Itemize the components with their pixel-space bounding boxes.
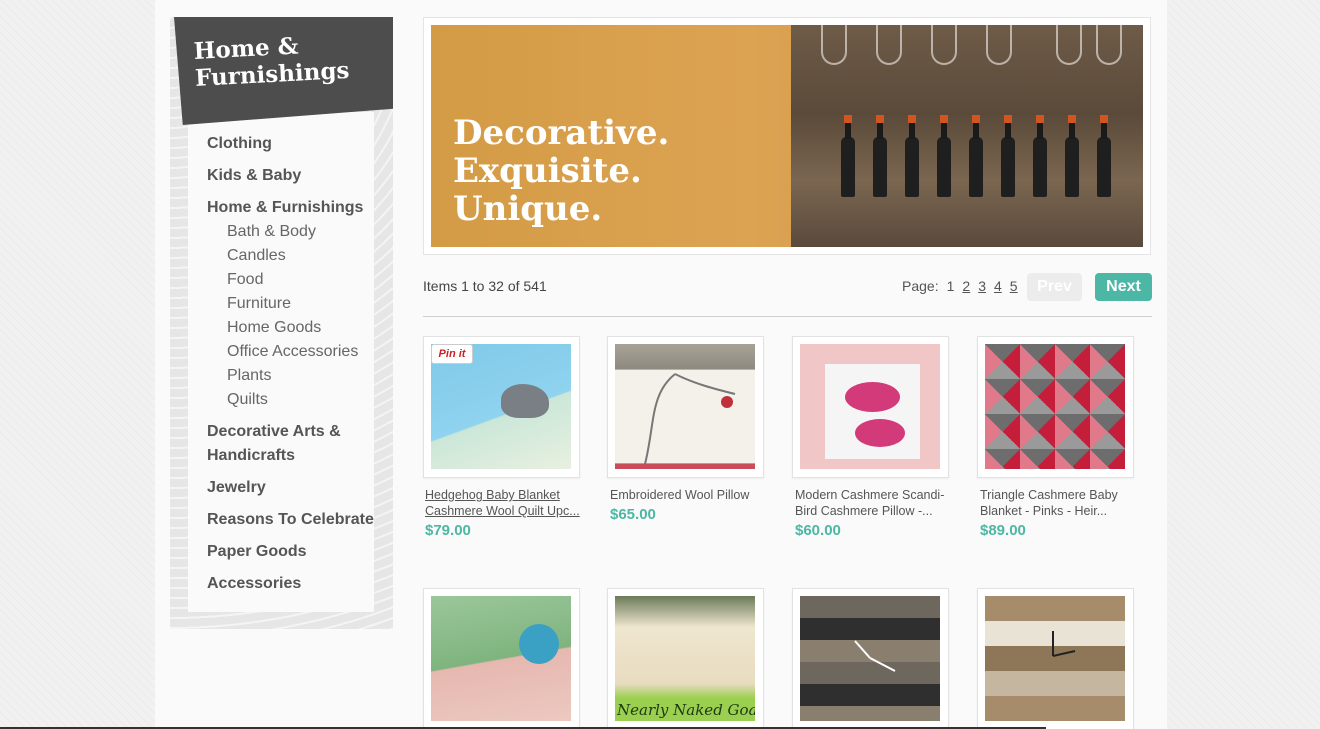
product-card[interactable]: Nearly Naked Goa xyxy=(607,588,764,729)
category-accessories[interactable]: Accessories xyxy=(207,572,377,596)
wine-glass xyxy=(1056,25,1082,65)
product-price: $79.00 xyxy=(425,522,471,539)
product-image-pallet-clock-light[interactable] xyxy=(985,596,1125,721)
subcategory-office-accessories[interactable]: Office Accessories xyxy=(207,340,377,364)
product-image-pallet-clock-dark[interactable] xyxy=(800,596,940,721)
wine-rack-image xyxy=(791,25,1143,247)
bird-shape xyxy=(845,382,900,412)
banner-headline: Decorative. Exquisite. Unique. xyxy=(453,114,669,228)
product-card[interactable] xyxy=(423,588,580,729)
product-card[interactable] xyxy=(792,336,949,478)
branch-embroidery xyxy=(644,373,736,465)
divider xyxy=(423,316,1152,317)
subcategory-home-goods[interactable]: Home Goods xyxy=(207,316,377,340)
subcategory-food[interactable]: Food xyxy=(207,268,377,292)
product-card[interactable]: Pin it xyxy=(423,336,580,478)
items-count: Items 1 to 32 of 541 xyxy=(423,278,547,294)
category-clothing[interactable]: Clothing xyxy=(207,132,377,156)
wine-glass xyxy=(931,25,957,65)
page-1: 1 xyxy=(946,278,955,294)
category-kids-baby[interactable]: Kids & Baby xyxy=(207,164,377,188)
product-price: $89.00 xyxy=(980,522,1026,539)
clock-hands xyxy=(1052,631,1076,657)
wine-bottle xyxy=(1001,115,1015,197)
category-decorative-arts[interactable]: Decorative Arts & xyxy=(207,420,377,444)
subcategory-bath-body[interactable]: Bath & Body xyxy=(207,220,377,244)
product-card[interactable] xyxy=(977,336,1134,478)
subcategory-plants[interactable]: Plants xyxy=(207,364,377,388)
subcategory-furniture[interactable]: Furniture xyxy=(207,292,377,316)
category-paper-goods[interactable]: Paper Goods xyxy=(207,540,377,564)
product-image-scandi-bird-pillow[interactable] xyxy=(800,344,940,469)
page-4[interactable]: 4 xyxy=(994,278,1002,294)
product-image-hedgehog-blanket[interactable]: Pin it xyxy=(431,344,571,469)
sidebar-title: Home & Furnishings xyxy=(193,32,351,92)
category-reasons-to-celebrate[interactable]: Reasons To Celebrate xyxy=(207,508,377,532)
product-price: $65.00 xyxy=(610,506,656,523)
product-title[interactable]: Triangle Cashmere Baby Blanket - Pinks -… xyxy=(980,487,1135,519)
wine-bottle xyxy=(873,115,887,197)
next-button[interactable]: Next xyxy=(1095,273,1152,301)
wine-bottle xyxy=(905,115,919,197)
wine-glass xyxy=(986,25,1012,65)
owl-applique xyxy=(519,624,559,664)
wine-glass xyxy=(876,25,902,65)
wine-bottle xyxy=(1097,115,1111,197)
product-price: $60.00 xyxy=(795,522,841,539)
product-card[interactable] xyxy=(977,588,1134,729)
category-jewelry[interactable]: Jewelry xyxy=(207,476,377,500)
page-5[interactable]: 5 xyxy=(1010,278,1018,294)
subcategory-quilts[interactable]: Quilts xyxy=(207,388,377,412)
product-image-soap[interactable]: Nearly Naked Goa xyxy=(615,596,755,721)
wine-bottle xyxy=(1065,115,1079,197)
product-card[interactable] xyxy=(607,336,764,478)
hedgehog-applique xyxy=(501,384,549,418)
banner-line-1: Decorative. xyxy=(453,113,670,153)
page-label: Page: xyxy=(902,278,939,294)
pagination: Page: 1 2 3 4 5 xyxy=(902,278,1018,294)
category-decorative-arts-line2[interactable]: Handicrafts xyxy=(207,444,377,468)
wine-bottle xyxy=(841,115,855,197)
wine-bottle xyxy=(969,115,983,197)
product-image-embroidered-pillow[interactable] xyxy=(615,344,755,469)
prev-button: Prev xyxy=(1027,273,1082,301)
product-title-link[interactable]: Hedgehog Baby Blanket Cashmere Wool Quil… xyxy=(425,487,580,519)
category-list: Clothing Kids & Baby Home & Furnishings … xyxy=(207,132,377,596)
bird-shape xyxy=(855,419,905,447)
category-home-furnishings[interactable]: Home & Furnishings xyxy=(207,196,377,220)
wine-bottle xyxy=(1033,115,1047,197)
banner-line-3: Unique. xyxy=(453,189,603,229)
banner-line-2: Exquisite. xyxy=(453,151,642,191)
page-2[interactable]: 2 xyxy=(962,278,970,294)
product-image-owl-blanket[interactable] xyxy=(431,596,571,721)
wine-glass xyxy=(1096,25,1122,65)
clock-hands xyxy=(854,640,896,672)
product-title[interactable]: Modern Cashmere Scandi-Bird Cashmere Pil… xyxy=(795,487,950,519)
wine-bottle xyxy=(937,115,951,197)
subcategory-candles[interactable]: Candles xyxy=(207,244,377,268)
product-image-triangle-blanket[interactable] xyxy=(985,344,1125,469)
soap-sign-text: Nearly Naked Goa xyxy=(617,701,755,719)
page-3[interactable]: 3 xyxy=(978,278,986,294)
pillow xyxy=(825,364,920,459)
pin-it-button[interactable]: Pin it xyxy=(431,344,473,364)
product-card[interactable] xyxy=(792,588,949,729)
wine-glass xyxy=(821,25,847,65)
